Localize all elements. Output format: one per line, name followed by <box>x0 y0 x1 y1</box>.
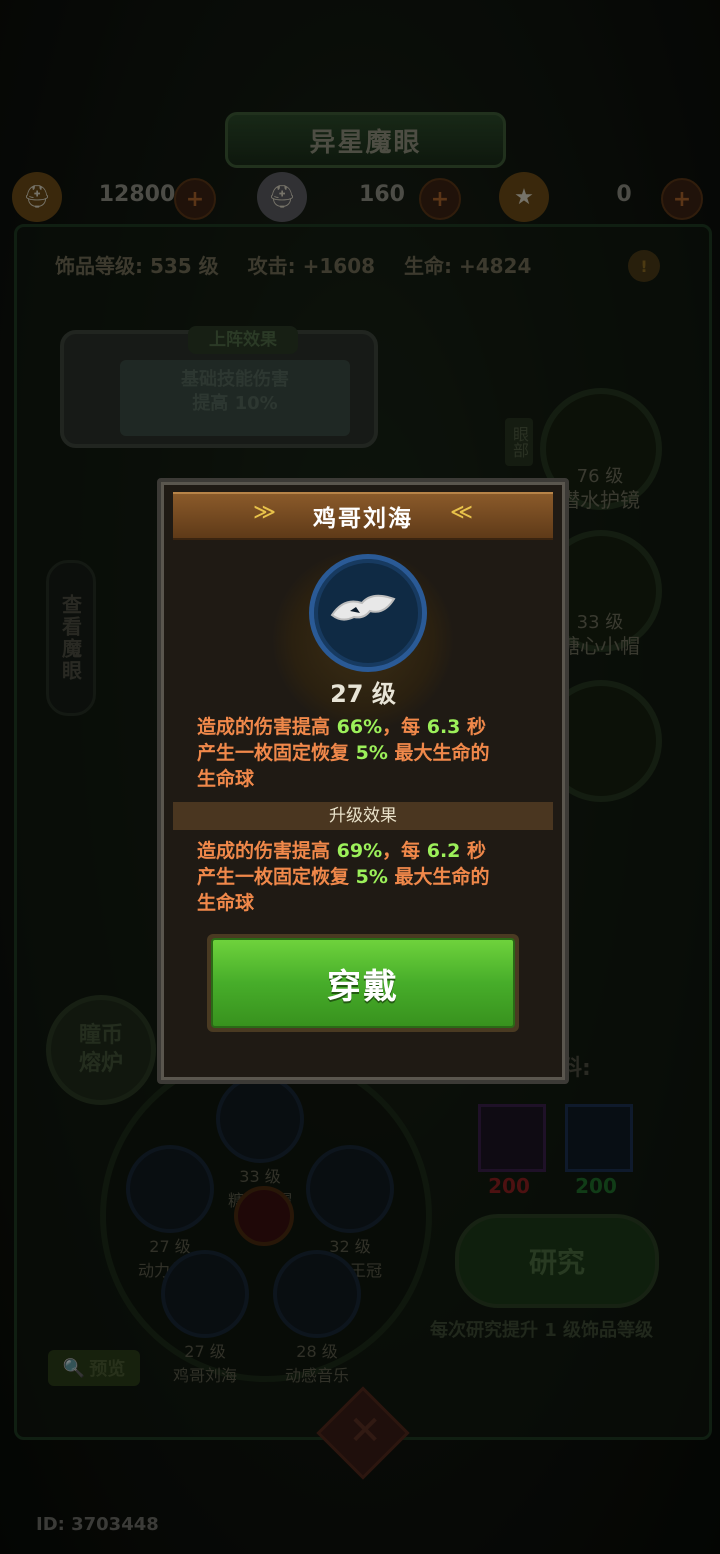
effect-interval: 6.2 <box>426 840 461 862</box>
bangs-icon-graphic <box>330 594 396 621</box>
effect-text: 最大生命的 <box>387 742 490 764</box>
effect-heal-pct: 5% <box>355 742 388 764</box>
arrow-right-icon: ≫ <box>253 500 277 525</box>
effect-text: 最大生命的 <box>387 866 490 888</box>
item-detail-modal: ≫ 鸡哥刘海 ≪ 27 级 造成的伤害提高 66%，每 6.3 秒 产生一枚固定… <box>157 478 569 1084</box>
equip-button[interactable]: 穿戴 <box>207 934 519 1032</box>
equip-button-label: 穿戴 <box>211 938 515 1028</box>
effect-text: ，每 <box>382 716 427 738</box>
bangs-icon <box>309 554 427 672</box>
effect-text: 秒 <box>460 716 487 738</box>
effect-heal-pct: 5% <box>355 866 388 888</box>
effect-text: 生命球 <box>197 768 255 790</box>
item-level: 27 级 <box>330 680 396 708</box>
effect-damage-pct: 66% <box>336 716 383 738</box>
arrow-left-icon: ≪ <box>449 500 473 525</box>
modal-title: 鸡哥刘海 <box>313 506 413 532</box>
effect-text: 造成的伤害提高 <box>197 840 337 862</box>
current-effect: 造成的伤害提高 66%，每 6.3 秒 产生一枚固定恢复 5% 最大生命的 生命… <box>197 714 537 792</box>
modal-header: ≫ 鸡哥刘海 ≪ <box>173 492 553 540</box>
effect-interval: 6.3 <box>426 716 461 738</box>
effect-text: 产生一枚固定恢复 <box>197 866 356 888</box>
upgrade-effect: 造成的伤害提高 69%，每 6.2 秒 产生一枚固定恢复 5% 最大生命的 生命… <box>197 838 537 916</box>
effect-text: 秒 <box>460 840 487 862</box>
effect-text: 造成的伤害提高 <box>197 716 337 738</box>
effect-text: 产生一枚固定恢复 <box>197 742 356 764</box>
effect-text: 生命球 <box>197 892 255 914</box>
effect-damage-pct: 69% <box>336 840 383 862</box>
effect-text: ，每 <box>382 840 427 862</box>
upgrade-effect-header: 升级效果 <box>173 802 553 830</box>
